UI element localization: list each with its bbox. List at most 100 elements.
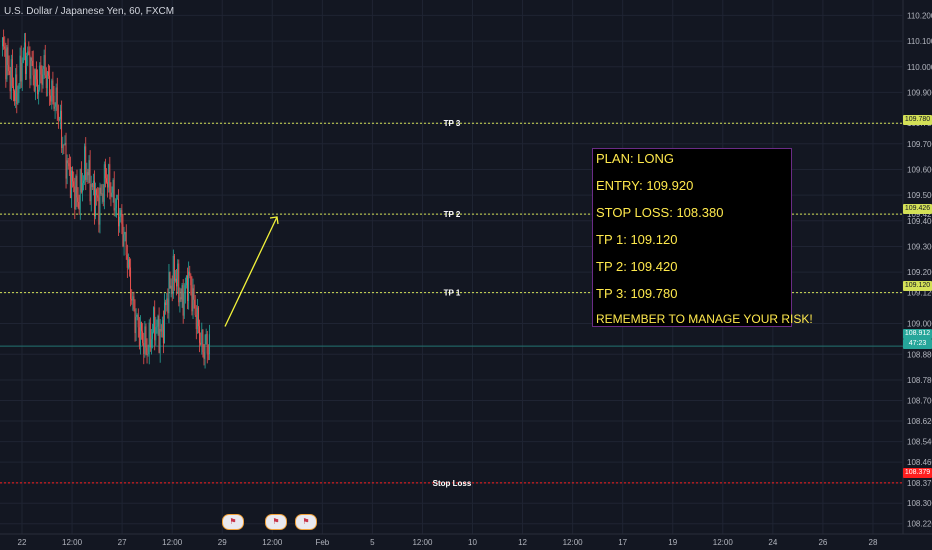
candle-body <box>78 201 80 210</box>
candle-body <box>165 302 167 306</box>
candle-body <box>42 68 44 85</box>
candle-body <box>151 332 153 340</box>
candle-body <box>156 326 158 328</box>
candle-body <box>190 275 192 286</box>
candle-body <box>34 69 36 91</box>
candle-body <box>203 352 205 359</box>
candle-body <box>62 144 64 149</box>
candle-body <box>113 180 115 211</box>
trade-plan-box: PLAN: LONG ENTRY: 109.920 STOP LOSS: 108… <box>592 148 813 327</box>
candle-body <box>142 331 144 343</box>
candle-body <box>127 259 129 268</box>
price-tick-label: 108.780 <box>907 376 932 385</box>
candle-body <box>69 166 71 199</box>
candle-body <box>77 197 79 202</box>
candle-body <box>196 307 198 330</box>
price-tick-label: 108.540 <box>907 438 932 447</box>
candle-body <box>47 71 49 76</box>
candle-body <box>154 307 156 341</box>
time-tick-label: Feb <box>315 538 329 547</box>
candle-body <box>109 164 111 193</box>
candle-body <box>30 57 32 79</box>
price-tick-label: 109.200 <box>907 268 932 277</box>
candle-body <box>104 164 106 179</box>
time-tick-label: 12:00 <box>563 538 584 547</box>
candle-body <box>7 47 9 66</box>
time-tick-label: 10 <box>468 538 477 547</box>
candle-body <box>188 271 189 302</box>
candle-body <box>177 263 179 287</box>
candle-body <box>46 71 48 89</box>
price-tick-label: 108.700 <box>907 397 932 406</box>
candle-body <box>15 74 17 102</box>
candle-body <box>40 65 42 75</box>
candle-body <box>76 176 78 198</box>
candle-body <box>146 347 148 355</box>
candle-body <box>58 119 60 120</box>
candle-body <box>197 307 199 327</box>
candle-body <box>132 296 134 301</box>
bar-countdown: 47:23 <box>903 339 932 349</box>
candle-body <box>89 160 91 202</box>
candle-body <box>204 344 206 359</box>
candle-body <box>5 48 7 80</box>
stop-loss-line: STOP LOSS: 108.380 <box>596 205 724 220</box>
candle-body <box>202 329 204 353</box>
candle-body <box>120 210 122 217</box>
candle-body <box>143 342 145 354</box>
chart-canvas[interactable]: 22 12:00 27 12:00 29 12:00 Feb 5 12:00 10 12 12:00 1… <box>0 0 932 550</box>
candle-body <box>12 86 14 92</box>
candle-body <box>125 231 127 255</box>
time-tick-label: 12 <box>518 538 527 547</box>
time-tick-label: 22 <box>18 538 27 547</box>
candle-body <box>189 271 191 276</box>
candle-body <box>86 172 88 180</box>
candle-body <box>199 326 200 343</box>
candle-body <box>100 187 102 194</box>
candle-body <box>14 91 15 102</box>
price-tick-label: 109.000 <box>907 319 932 328</box>
candle-body <box>27 51 29 57</box>
time-tick-label: 12:00 <box>262 538 283 547</box>
earnings-flag-icon[interactable]: ⚑ <box>222 514 244 530</box>
candle-body <box>74 186 76 210</box>
candle-body <box>179 297 181 303</box>
candle-body <box>136 314 138 317</box>
tp1-line: TP 1: 109.120 <box>596 232 678 247</box>
candle-body <box>181 285 183 300</box>
candle-body <box>2 37 3 47</box>
chart-background <box>0 0 932 550</box>
candle-body <box>37 79 38 95</box>
candle-body <box>206 333 208 354</box>
candle-body <box>135 316 137 334</box>
candle-body <box>33 75 35 91</box>
candle-body <box>110 192 112 197</box>
candle-body <box>23 42 25 51</box>
candle-body <box>19 55 21 84</box>
candle-body <box>90 184 92 202</box>
economic-event-icon[interactable]: ⚑ <box>265 514 287 530</box>
candle-body <box>170 285 172 288</box>
candle-body <box>150 339 152 348</box>
candle-body <box>28 51 30 55</box>
candle-body <box>51 80 53 102</box>
candle-body <box>112 180 114 193</box>
candle-body <box>195 315 197 330</box>
candle-body <box>184 285 186 294</box>
candle-body <box>193 288 195 300</box>
candle-body <box>97 195 99 198</box>
candle-body <box>66 160 68 179</box>
candle-body <box>107 182 108 188</box>
time-tick-label: 26 <box>818 538 827 547</box>
candle-body <box>85 146 87 180</box>
candle-body <box>164 302 165 344</box>
time-tick-label: 19 <box>668 538 677 547</box>
candle-body <box>126 254 128 268</box>
candle-body <box>81 183 83 193</box>
risk-reminder: REMEMBER TO MANAGE YOUR RISK! <box>596 312 813 326</box>
economic-event-icon[interactable]: ⚑ <box>295 514 317 530</box>
time-tick-label: 12:00 <box>713 538 734 547</box>
candle-body <box>155 327 157 341</box>
candle-body <box>63 144 65 146</box>
tp2-price-tag: 109.426 <box>903 204 932 214</box>
